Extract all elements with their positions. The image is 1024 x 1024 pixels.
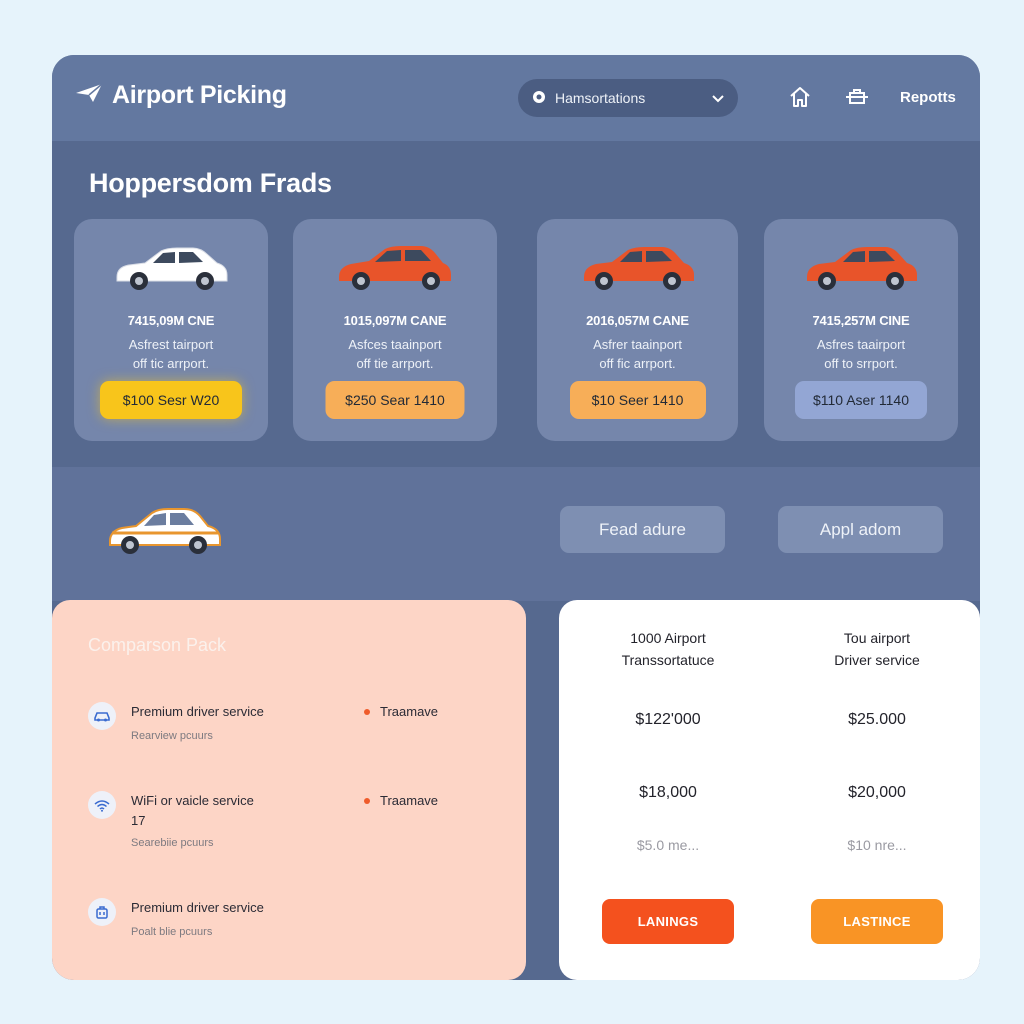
vehicle-card[interactable]: 7415,09M CNE Asfrest tairport off tic ar…: [74, 219, 268, 441]
pricing-header-line: 1000 Airport: [630, 630, 706, 646]
card-desc-line: Asfrer taainport: [593, 337, 682, 352]
feature-sub: Searebiie pcuurs: [131, 837, 214, 849]
card-description: Asfrer taainport off fic arrport.: [537, 335, 738, 373]
taxi-car-icon: [106, 503, 226, 562]
category-selector[interactable]: Hamsortations: [518, 79, 738, 117]
toolbox-icon[interactable]: [844, 87, 870, 112]
pricing-header-line: Transsortatuce: [621, 652, 715, 668]
card-desc-line: off tie arrport.: [356, 356, 434, 371]
vehicle-card[interactable]: 2016,057M CANE Asfrer taainport off fic …: [537, 219, 738, 441]
pricing-panel: 1000 Airport Transsortatuce $122'000 $18…: [559, 600, 980, 980]
luggage-icon: [88, 898, 116, 926]
brand[interactable]: Airport Picking: [74, 81, 287, 110]
car-icon: [578, 241, 698, 298]
car-icon: [801, 241, 921, 298]
card-desc-line: Asfces taainport: [348, 337, 442, 352]
select-price-button[interactable]: $100 Sesr W20: [100, 381, 242, 419]
primary-action-button[interactable]: Fead adure: [560, 506, 725, 553]
wifi-icon: [88, 791, 116, 819]
feature-name: WiFi or vaicle service 17: [131, 791, 254, 831]
price-note: $5.0 me...: [636, 837, 700, 853]
comparison-panel: Comparson Pack Premium driver service Re…: [52, 600, 526, 980]
car-icon: [333, 241, 457, 298]
feature-name-line: 17: [131, 813, 146, 828]
select-price-button[interactable]: $110 Aser 1140: [795, 381, 927, 419]
feature-sub: Poalt blie pcuurs: [131, 926, 213, 938]
pricing-column-header: 1000 Airport Transsortatuce: [563, 627, 773, 671]
chevron-down-icon: [712, 90, 724, 106]
brand-title: Airport Picking: [112, 81, 287, 109]
card-code: 7415,09M CNE: [127, 313, 215, 328]
selector-value: Hamsortations: [555, 90, 646, 106]
card-description: Asfres taairport off to srrport.: [764, 335, 958, 373]
card-desc-line: off tic arrport.: [132, 356, 210, 371]
card-desc-line: Asfrest tairport: [128, 337, 214, 352]
primary-price: $122'000: [635, 711, 701, 728]
page-title: Hoppersdom Frads: [89, 168, 332, 198]
vehicle-card[interactable]: 7415,257M CINE Asfres taairport off to s…: [764, 219, 958, 441]
bullet-dot: [364, 708, 370, 715]
comparison-title: Comparson Pack: [88, 635, 227, 655]
feature-name-line: WiFi or vaicle service: [131, 793, 254, 808]
select-plan-button[interactable]: LANINGS: [602, 899, 734, 944]
card-code: 7415,257M CINE: [812, 313, 910, 328]
bullet-dot: [364, 797, 370, 804]
home-icon[interactable]: [788, 85, 812, 114]
plane-icon: [74, 81, 104, 110]
nav-reports[interactable]: Repotts: [900, 89, 956, 106]
price-note: $10 nre...: [847, 837, 907, 853]
feature-tag: Traamave: [364, 793, 438, 808]
feature-tag: Traamave: [364, 704, 438, 719]
feature-sub: Rearview pcuurs: [131, 730, 213, 742]
car-icon: [88, 702, 116, 730]
top-bar: Airport Picking Hamsortations Repotts: [52, 55, 980, 141]
card-description: Asfces taainport off tie arrport.: [293, 335, 497, 373]
card-desc-line: off fic arrport.: [599, 356, 676, 371]
pricing-header-line: Tou airport: [843, 630, 911, 646]
select-plan-button[interactable]: LASTINCE: [811, 899, 943, 944]
secondary-action-button[interactable]: Appl adom: [778, 506, 943, 553]
card-code: 2016,057M CANE: [586, 313, 689, 328]
feature-tag-label: Traamave: [380, 793, 439, 808]
card-code: 1015,097M CANE: [343, 313, 447, 328]
card-desc-line: off to srrport.: [824, 356, 898, 371]
pricing-header-line: Driver service: [834, 652, 920, 668]
select-price-button[interactable]: $250 Sear 1410: [325, 381, 465, 419]
feature-tag-label: Traamave: [380, 704, 439, 719]
gear-icon: [532, 90, 546, 107]
car-icon: [111, 241, 231, 298]
secondary-price: $18,000: [639, 784, 697, 801]
card-description: Asfrest tairport off tic arrport.: [74, 335, 268, 373]
select-price-button[interactable]: $10 Seer 1410: [569, 381, 706, 419]
primary-price: $25.000: [848, 711, 906, 728]
secondary-price: $20,000: [848, 784, 906, 801]
feature-name: Premium driver service: [131, 704, 264, 719]
vehicle-card[interactable]: 1015,097M CANE Asfces taainport off tie …: [293, 219, 497, 441]
app-window: Airport Picking Hamsortations Repotts Ho…: [52, 55, 980, 980]
pricing-column-header: Tou airport Driver service: [772, 627, 980, 671]
card-desc-line: Asfres taairport: [816, 337, 906, 352]
feature-name: Premium driver service: [131, 900, 264, 915]
